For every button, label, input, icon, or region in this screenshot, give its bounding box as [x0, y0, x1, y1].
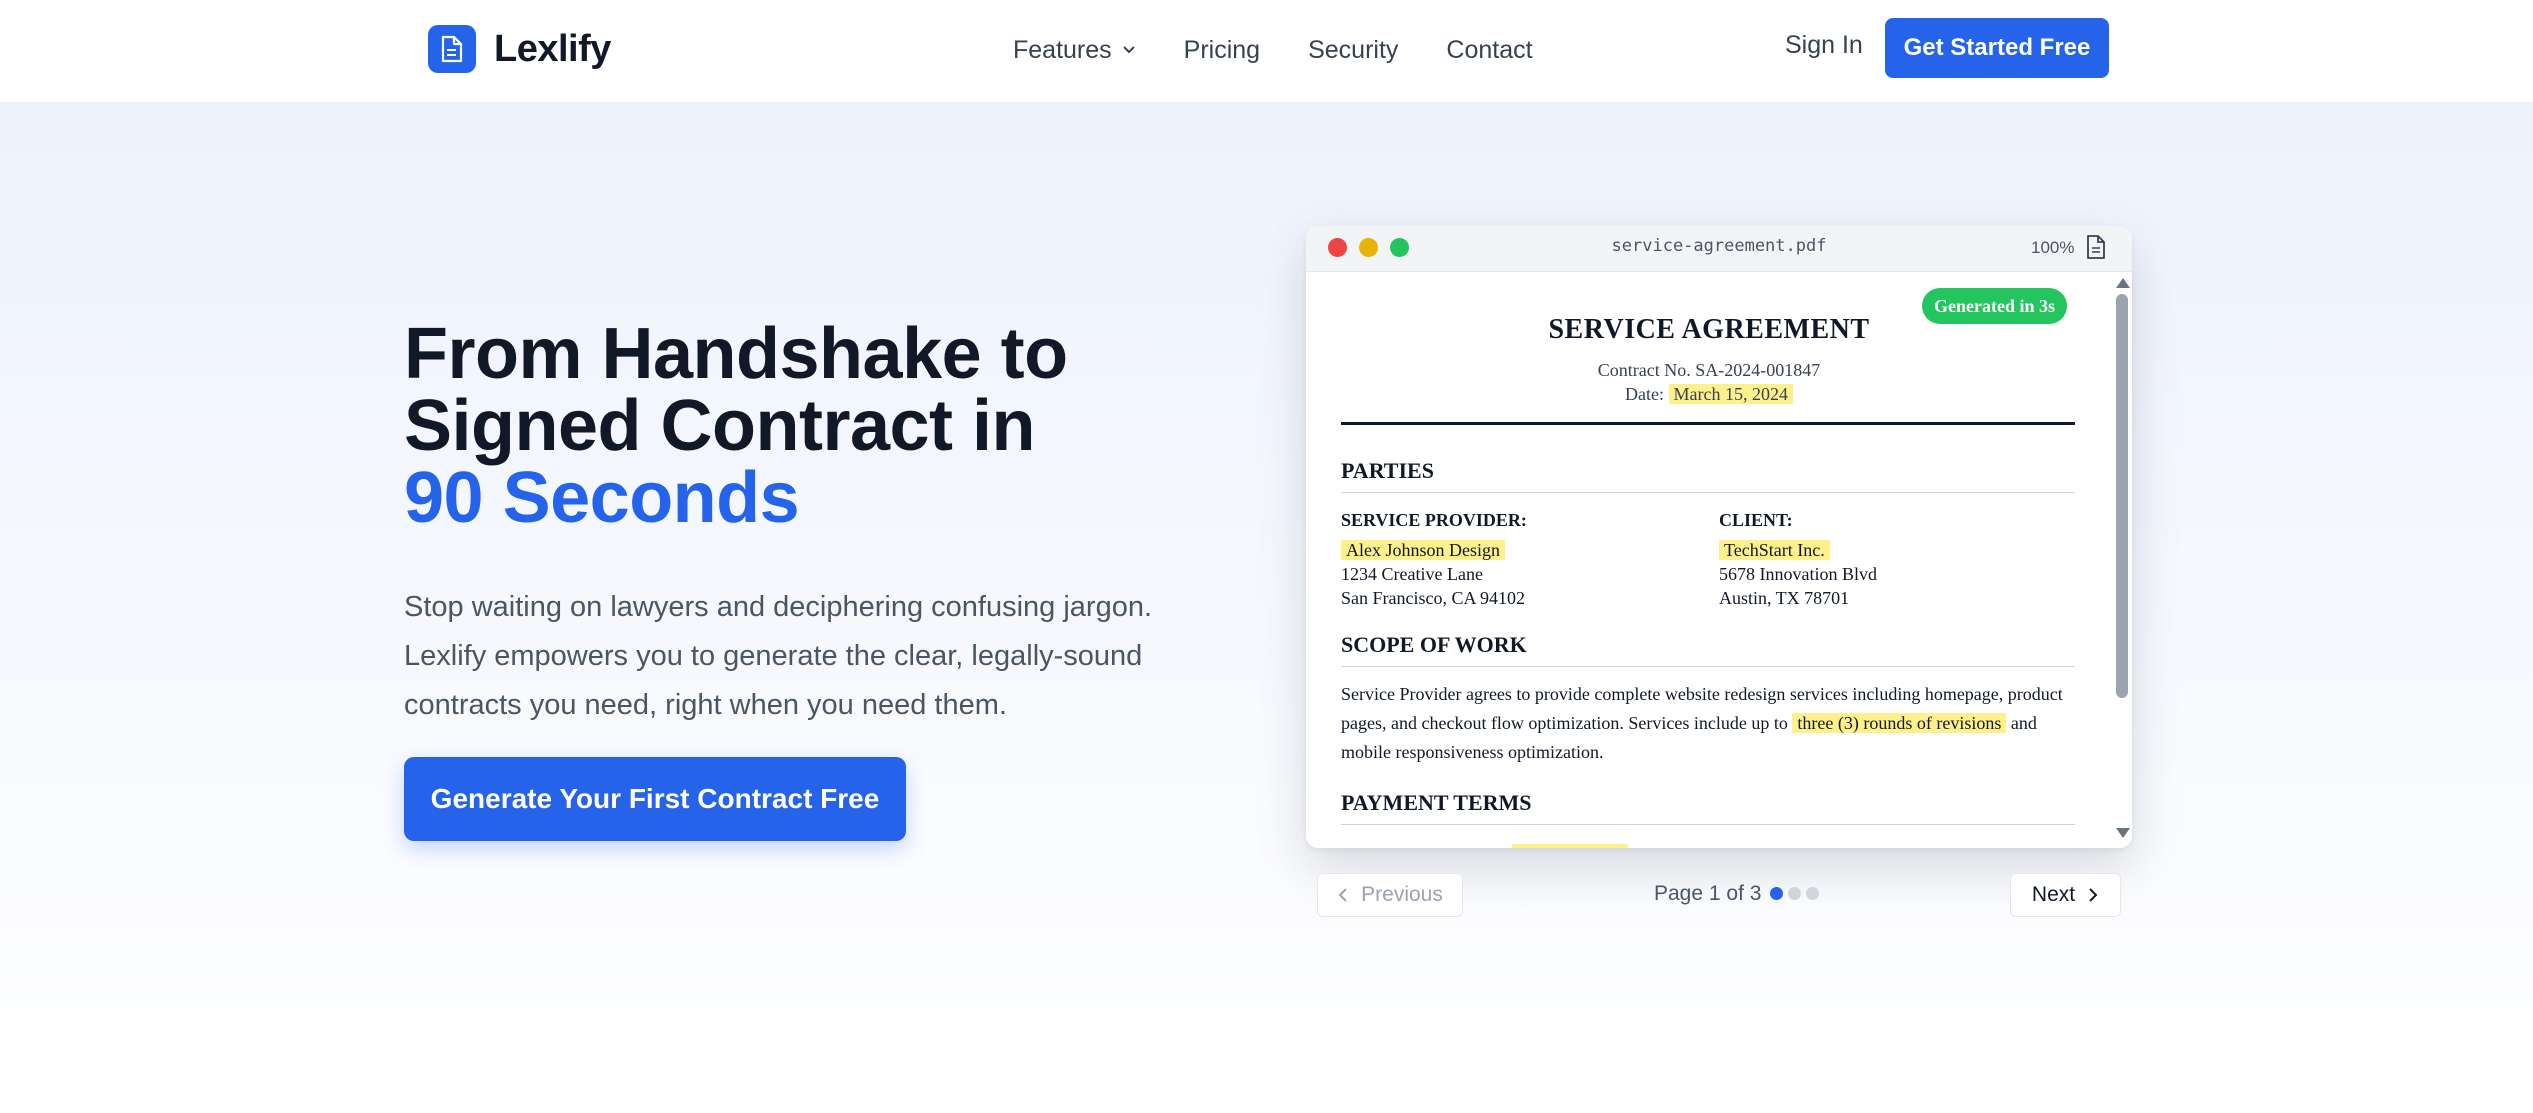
client-name: TechStart Inc. [1719, 540, 1830, 560]
document-title: SERVICE AGREEMENT [1548, 314, 1870, 345]
page-dot-1[interactable] [1770, 887, 1783, 900]
generate-contract-button[interactable]: Generate Your First Contract Free [404, 757, 906, 841]
client-label: CLIENT: [1719, 510, 1793, 530]
nav-links: Features Pricing Security Contact [1013, 30, 1533, 70]
zoom-level: 100% [2031, 238, 2075, 257]
document-icon [428, 25, 476, 73]
next-label: Next [2031, 883, 2076, 906]
page-dot-2[interactable] [1788, 887, 1801, 900]
scroll-thumb[interactable] [2116, 294, 2128, 698]
client-address-2: Austin, TX 78701 [1719, 588, 1850, 608]
parties-heading: PARTIES [1341, 458, 2075, 493]
hero-section [0, 103, 2533, 1113]
document-page: Generated in 3s SERVICE AGREEMENT Contra… [1306, 272, 2112, 848]
nav-link-contact[interactable]: Contact [1446, 36, 1532, 65]
provider-label: SERVICE PROVIDER: [1341, 510, 1527, 530]
scroll-up-arrow-icon[interactable] [2116, 278, 2130, 288]
date-label: Date: [1625, 384, 1664, 404]
chevron-left-icon [1338, 888, 1347, 902]
headline-accent: 90 Seconds [404, 458, 800, 538]
chevron-right-icon [2089, 888, 2098, 902]
date-value: March 15, 2024 [1668, 384, 1793, 404]
payment-heading: PAYMENT TERMS [1341, 790, 2075, 825]
provider-name: Alex Johnson Design [1341, 540, 1505, 560]
highlight-fragment [1512, 844, 1628, 848]
provider-address-1: 1234 Creative Lane [1341, 564, 1483, 584]
top-navbar: Lexlify Features Pricing Security Contac… [0, 0, 2533, 103]
page-dot-3[interactable] [1806, 887, 1819, 900]
headline-line-1: From Handshake to [404, 314, 1068, 394]
document-scrollbar[interactable] [2112, 272, 2132, 848]
get-started-button[interactable]: Get Started Free [1885, 18, 2109, 78]
scroll-down-arrow-icon[interactable] [2116, 828, 2130, 838]
contract-date: Date: March 15, 2024 [1306, 384, 2112, 405]
nav-link-security[interactable]: Security [1308, 36, 1398, 65]
service-provider-block: SERVICE PROVIDER: Alex Johnson Design 12… [1341, 508, 1701, 610]
nav-link-pricing[interactable]: Pricing [1184, 36, 1260, 65]
previous-label: Previous [1361, 883, 1443, 906]
scope-heading: SCOPE OF WORK [1341, 632, 2075, 667]
client-block: CLIENT: TechStart Inc. 5678 Innovation B… [1719, 508, 2079, 610]
nav-link-label: Features [1013, 35, 1112, 64]
client-address-1: 5678 Innovation Blvd [1719, 564, 1877, 584]
chevron-down-icon [1122, 46, 1135, 54]
scope-highlight: three (3) rounds of revisions [1792, 713, 2007, 733]
file-name: service-agreement.pdf [1611, 236, 1827, 256]
hero-subtext: Stop waiting on lawyers and deciphering … [404, 591, 1153, 721]
document-preview-window: service-agreement.pdf 100% Generated in … [1306, 226, 2132, 848]
sign-in-link[interactable]: Sign In [1785, 31, 1863, 60]
brand-logo[interactable]: Lexlify [428, 24, 611, 74]
hero-headline: From Handshake to Signed Contract in 90 … [404, 318, 1224, 534]
page-indicator: Page 1 of 3 [1654, 882, 1762, 905]
brand-name: Lexlify [494, 27, 611, 70]
scope-paragraph: Service Provider agrees to provide compl… [1341, 680, 2075, 767]
provider-address-2: San Francisco, CA 94102 [1341, 588, 1525, 608]
headline-line-2: Signed Contract in [404, 386, 1036, 466]
nav-link-features[interactable]: Features [1013, 36, 1136, 65]
previous-page-button[interactable]: Previous [1317, 873, 1463, 917]
file-icon[interactable] [2086, 235, 2106, 259]
window-titlebar: service-agreement.pdf 100% [1306, 226, 2132, 272]
title-divider [1341, 422, 2075, 425]
next-page-button[interactable]: Next [2010, 873, 2121, 917]
contract-number: Contract No. SA-2024-001847 [1597, 360, 1821, 380]
